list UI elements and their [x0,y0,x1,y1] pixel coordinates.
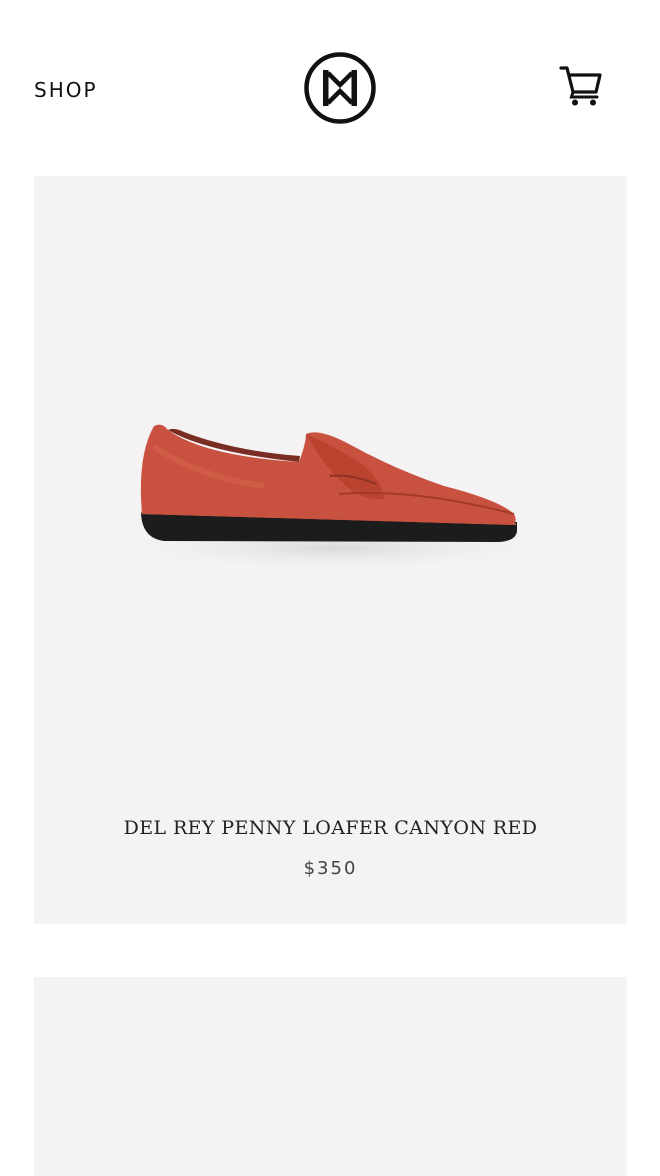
product-image[interactable] [94,396,574,576]
site-header: SHOP [0,0,660,176]
product-name[interactable]: DEL REY PENNY LOAFER CANYON RED [34,817,627,839]
cart-icon[interactable] [558,62,604,108]
product-card[interactable]: DEL REY PENNY LOAFER CANYON RED $350 [34,176,627,924]
brand-logo-icon[interactable] [303,51,377,125]
product-price: $350 [303,858,358,879]
product-card[interactable] [34,977,627,1176]
shop-menu-link[interactable]: SHOP [34,78,98,102]
